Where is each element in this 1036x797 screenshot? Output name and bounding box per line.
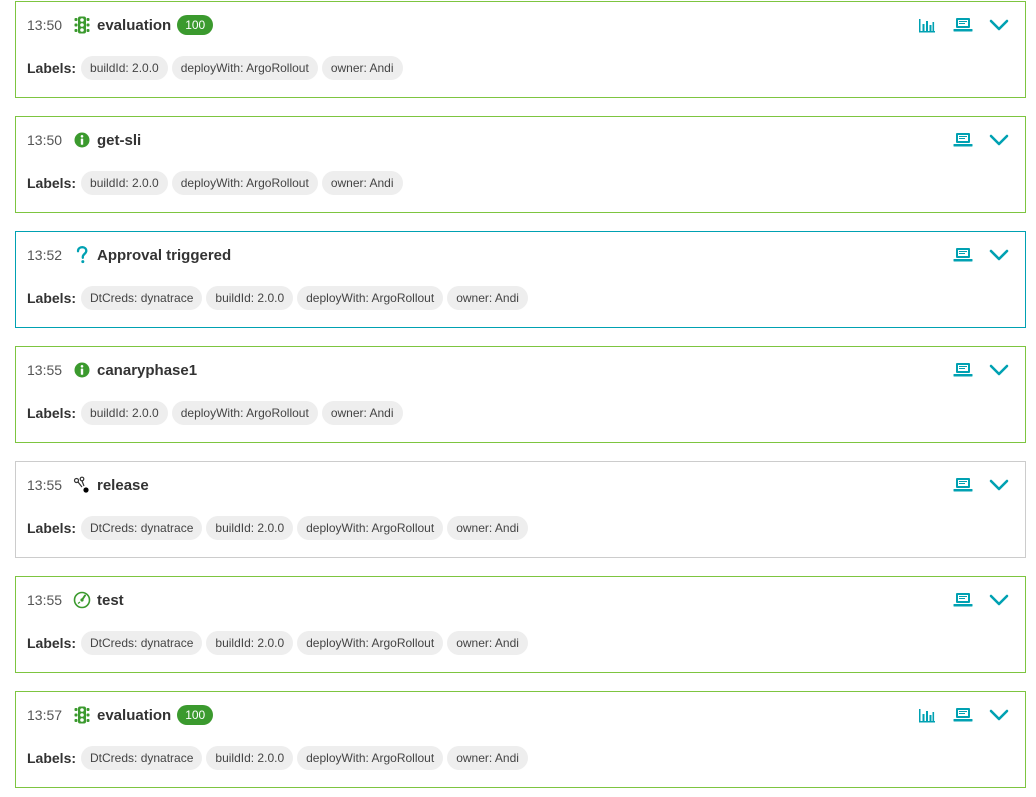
event-time: 13:52 [27,247,63,263]
laptop-icon[interactable] [952,589,974,611]
traffic-light-icon [73,16,91,34]
label-tag: owner: Andi [321,171,403,195]
labels-row: Labels: DtCreds: dynatrace buildId: 2.0.0… [27,745,532,771]
event-actions [902,589,1010,611]
info-icon [73,361,91,379]
label-tag: deployWith: ArgoRollout [297,516,444,540]
chevron-down-icon[interactable] [988,244,1010,266]
labels-caption: Labels: [27,175,77,191]
label-tag: deployWith: ArgoRollout [171,401,318,425]
label-tag: owner: Andi [321,401,403,425]
score-badge: 100 [177,705,214,725]
label-tag: deployWith: ArgoRollout [297,286,444,310]
label-tag: DtCreds: dynatrace [81,746,203,770]
labels-caption: Labels: [27,60,77,76]
event-time: 13:50 [27,132,63,148]
label-tag: deployWith: ArgoRollout [171,171,318,195]
laptop-icon[interactable] [952,129,974,151]
laptop-icon[interactable] [952,704,974,726]
chart-icon[interactable] [916,14,938,36]
label-tag: buildId: 2.0.0 [206,516,294,540]
event-header: 13:52 Approval triggered [27,244,231,266]
chevron-down-icon[interactable] [988,14,1010,36]
labels-row: Labels: DtCreds: dynatrace buildId: 2.0.0… [27,515,532,541]
label-tag: buildId: 2.0.0 [81,56,168,80]
test-gauge-icon [73,591,91,609]
chevron-down-icon[interactable] [988,129,1010,151]
event-header: 13:50 evaluation 100 [27,14,214,36]
event-actions [902,14,1010,36]
labels-caption: Labels: [27,290,77,306]
label-tag: buildId: 2.0.0 [81,171,168,195]
release-icon [73,476,91,494]
label-tag: buildId: 2.0.0 [206,746,294,770]
label-tag: owner: Andi [447,631,528,655]
event-card: 13:57 evaluation 100 Labels: DtCreds: dy… [15,691,1026,788]
event-header: 13:55 canaryphase1 [27,359,197,381]
event-title: test [97,591,124,609]
chevron-down-icon[interactable] [988,474,1010,496]
labels-caption: Labels: [27,750,77,766]
event-header: 13:55 release [27,474,149,496]
laptop-icon[interactable] [952,244,974,266]
event-card: 13:50 get-sli Labels: buildId: 2.0.0 depl… [15,116,1026,213]
labels-caption: Labels: [27,635,77,651]
chevron-down-icon[interactable] [988,359,1010,381]
event-card: 13:50 evaluation 100 Labels: buildId: 2.… [15,1,1026,98]
label-tag: buildId: 2.0.0 [206,631,294,655]
info-icon [73,131,91,149]
label-tag: owner: Andi [447,286,528,310]
labels-row: Labels: buildId: 2.0.0 deployWith: ArgoRo… [27,170,407,196]
event-card: 13:55 test Labels: DtCreds: dynatrace bui… [15,576,1026,673]
labels-caption: Labels: [27,520,77,536]
label-tag: buildId: 2.0.0 [81,401,168,425]
score-badge: 100 [177,15,214,35]
labels-row: Labels: buildId: 2.0.0 deployWith: ArgoRo… [27,55,407,81]
event-time: 13:50 [27,17,63,33]
event-time: 13:55 [27,592,63,608]
event-title: get-sli [97,131,142,149]
event-header: 13:55 test [27,589,124,611]
label-tag: DtCreds: dynatrace [81,631,203,655]
labels-row: Labels: DtCreds: dynatrace buildId: 2.0.0… [27,285,532,311]
event-title: canaryphase1 [97,361,198,379]
event-actions [902,474,1010,496]
laptop-icon[interactable] [952,474,974,496]
event-header: 13:50 get-sli [27,129,141,151]
label-tag: deployWith: ArgoRollout [171,56,318,80]
event-header: 13:57 evaluation 100 [27,704,214,726]
labels-row: Labels: buildId: 2.0.0 deployWith: ArgoRo… [27,400,407,426]
chevron-down-icon[interactable] [988,704,1010,726]
laptop-icon[interactable] [952,14,974,36]
labels-row: Labels: DtCreds: dynatrace buildId: 2.0.0… [27,630,532,656]
event-title: evaluation [97,16,172,34]
question-icon [73,246,91,264]
label-tag: deployWith: ArgoRollout [297,746,444,770]
label-tag: owner: Andi [447,746,528,770]
event-title: release [97,476,149,494]
laptop-icon[interactable] [952,359,974,381]
event-card: 13:52 Approval triggered Labels: DtCreds… [15,231,1026,328]
event-actions [902,244,1010,266]
chevron-down-icon[interactable] [988,589,1010,611]
event-title: evaluation [97,706,172,724]
chart-icon[interactable] [916,704,938,726]
label-tag: buildId: 2.0.0 [206,286,294,310]
label-tag: DtCreds: dynatrace [81,286,203,310]
event-title: Approval triggered [97,246,232,264]
label-tag: owner: Andi [447,516,528,540]
event-time: 13:57 [27,707,63,723]
label-tag: deployWith: ArgoRollout [297,631,444,655]
event-actions [902,704,1010,726]
event-card: 13:55 release Labels: DtCreds: dynatrace… [15,461,1026,558]
event-time: 13:55 [27,477,63,493]
event-actions [902,129,1010,151]
label-tag: DtCreds: dynatrace [81,516,203,540]
event-time: 13:55 [27,362,63,378]
labels-caption: Labels: [27,405,77,421]
traffic-light-icon [73,706,91,724]
event-actions [902,359,1010,381]
event-card: 13:55 canaryphase1 Labels: buildId: 2.0.… [15,346,1026,443]
label-tag: owner: Andi [321,56,403,80]
